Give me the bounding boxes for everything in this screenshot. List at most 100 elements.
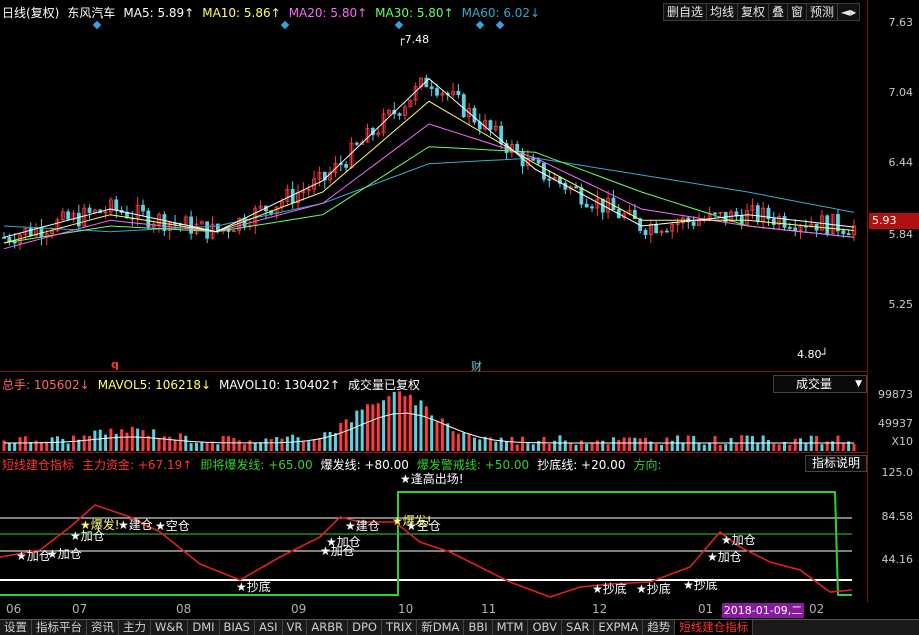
signal-bottom-fishing: ★抄底 [683,578,718,592]
volume-bar [563,440,567,451]
marker-q[interactable]: q [111,358,119,371]
candle-body [691,221,696,226]
tab-indicator[interactable]: TRIX [382,620,418,635]
signal-bottom-fishing: ★抄底 [636,582,671,596]
candle-body [584,203,589,208]
moving-average-button[interactable]: 均线 [706,3,739,21]
tab-indicator[interactable]: 新DMA [417,620,465,635]
volume-tick: 99873 [878,388,913,401]
price-tick: 6.44 [888,156,914,169]
remove-favorite-button[interactable]: 删自选 [663,3,708,21]
tab-indicator[interactable]: 主力 [119,620,151,635]
volume-bar [633,437,637,451]
volume-tick: X10 [891,435,913,448]
candle-body [429,86,434,89]
tab-indicator[interactable]: EXPMA [594,620,644,635]
ma20-label: MA20: 5.80↑ [288,6,368,20]
volume-bar [264,438,268,451]
volume-bar [590,442,594,451]
volume-chart[interactable] [0,391,867,453]
volume-bar [644,437,648,451]
marker-financial[interactable]: 财 [471,358,482,374]
volume-bar [756,442,760,451]
window-button[interactable]: 窗 [787,3,808,21]
mavol5-label: MAVOL5: 106218↓ [97,378,212,392]
event-marker [394,20,404,30]
nav-arrow-button[interactable]: ◄▸ [837,3,861,21]
candle-body [841,230,846,235]
tab-indicator[interactable]: ASI [255,620,283,635]
volume-bar [237,440,241,451]
volume-bar [734,443,738,451]
tab-indicator[interactable]: OBV [528,620,562,635]
overlay-button[interactable]: 叠 [768,3,789,21]
volume-bar [275,437,279,451]
volume-bar [505,441,509,451]
tab-indicator[interactable]: DPO [348,620,382,635]
tab-indicator[interactable]: SAR [562,620,595,635]
tab-indicator[interactable]: MTM [493,620,529,635]
signal-bottom-fishing: ★抄底 [236,580,271,594]
tab-indicator[interactable]: 趋势 [643,620,676,635]
tab-indicator[interactable]: 短线建仓指标 [675,620,754,635]
price-panel[interactable]: 日线(复权) 东风汽车 MA5: 5.89↑ MA10: 5.86↑ MA20: 5.8… [0,0,867,374]
volume-bar [531,444,535,451]
restore-rights-button[interactable]: 复权 [737,3,770,21]
tab-indicator[interactable]: DMI [188,620,220,635]
volume-bar [360,409,364,451]
volume-bar [777,444,781,451]
volume-bar [510,436,514,451]
tab-indicator[interactable]: VR [283,620,308,635]
volume-bar [611,437,615,451]
volume-bar [478,439,482,451]
main-capital-label: 主力资金: +67.19↑ [82,458,193,472]
tab-indicator[interactable]: 设置 [0,620,32,635]
low-value: 4.80 [797,348,822,361]
volume-bar [585,443,589,451]
breakout-line-label: 爆发线: +80.00 [320,458,409,472]
volume-bar [104,434,108,451]
volume-bar [462,432,466,451]
volume-bar [189,443,193,451]
cursor-date-badge: 2018-01-09,二 [722,603,804,618]
tab-indicator[interactable]: 指标平台 [32,620,87,635]
volume-total-label: 总手: 105602↓ [2,378,90,392]
volume-bar [317,438,321,451]
forecast-button[interactable]: 预测 [806,3,839,21]
volume-bar [697,443,701,451]
volume-bar [788,444,792,451]
volume-bar [216,444,220,451]
volume-bar [366,404,370,451]
signal-build-position: ★建仓 [345,519,380,533]
tab-indicator[interactable]: ARBR [307,620,349,635]
candle-body [664,230,669,233]
candle-body [354,142,359,145]
signal-add-position: ★加仓 [721,533,756,547]
volume-dropdown[interactable]: 成交量 ▼ [773,375,867,393]
volume-bar [424,406,428,451]
signal-breakout: ★爆发! [80,518,120,532]
price-chart[interactable] [0,20,867,372]
high-value: 7.48 [404,33,430,46]
tab-indicator[interactable]: W&R [151,620,189,635]
volume-bar [595,440,599,451]
candle-body [771,218,776,225]
tab-indicator[interactable]: BBI [464,620,493,635]
indicator-help-button[interactable]: 指标说明 [805,455,867,472]
volume-bar [526,443,530,451]
volume-bar [301,441,305,451]
candle-body [189,216,194,234]
volume-bar [467,433,471,451]
signal-empty-position: ★空仓 [155,519,190,533]
tab-indicator[interactable]: BIAS [220,620,255,635]
volume-bar [606,444,610,451]
volume-bar [125,432,129,451]
signal-bottom-fishing: ★抄底 [592,582,627,596]
volume-tick: 49937 [878,417,913,430]
volume-panel[interactable]: 总手: 105602↓ MAVOL5: 106218↓ MAVOL10: 13040… [0,373,867,453]
ma-line-ma20 [3,123,855,250]
volume-bar [205,442,209,451]
tab-indicator[interactable]: 资讯 [87,620,119,635]
candle-body [713,212,717,215]
volume-bar [574,444,578,451]
